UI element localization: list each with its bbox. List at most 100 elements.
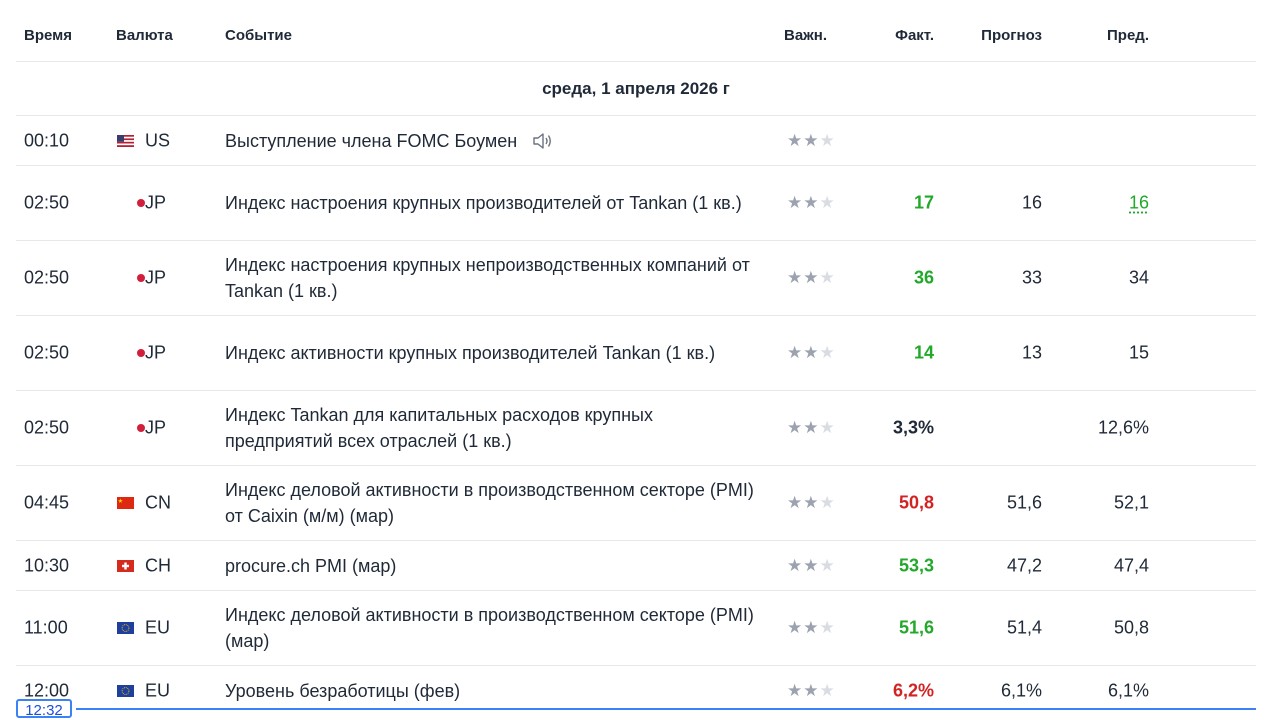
economic-calendar-table: Время Валюта Событие Важн. Факт. Прогноз… [16, 0, 1256, 715]
event-name[interactable]: Индекс деловой активности в производстве… [225, 602, 765, 654]
previous-value: 34 [1128, 267, 1149, 288]
star-filled-icon: ★★ [787, 130, 820, 150]
forecast-value: 51,6 [1006, 492, 1042, 513]
table-row[interactable]: 00:10 US Выступление члена FOMC Боумен ★… [16, 116, 1256, 166]
previous-value: 15 [1128, 342, 1149, 363]
event-time: 02:50 [24, 417, 70, 438]
previous-value: 47,4 [1113, 555, 1149, 575]
jp-flag-icon [137, 424, 145, 432]
importance-stars: ★★★ [787, 681, 836, 701]
event-time: 04:45 [24, 492, 70, 513]
ch-flag-icon [117, 559, 134, 572]
forecast-value: 47,2 [1006, 555, 1042, 575]
table-row[interactable]: 10:30 CH procure.ch PMI (мар) ★★★ 53,3 4… [16, 541, 1256, 591]
event-name[interactable]: procure.ch PMI (мар) [225, 553, 765, 579]
event-name[interactable]: Индекс настроения крупных непроизводстве… [225, 252, 765, 304]
event-name[interactable]: Выступление члена FOMC Боумен [225, 128, 517, 154]
star-empty-icon: ★ [819, 618, 836, 637]
table-row[interactable]: 04:45 CN Индекс деловой активности в про… [16, 466, 1256, 541]
star-empty-icon: ★ [819, 343, 836, 362]
previous-value-revised[interactable]: 16 [1129, 193, 1149, 214]
importance-stars: ★★★ [787, 193, 836, 213]
importance-stars: ★★★ [787, 343, 836, 363]
previous-value: 50,8 [1113, 617, 1149, 638]
currency-code: JP [145, 192, 167, 213]
speaker-icon[interactable] [531, 131, 553, 151]
currency-code: JP [145, 267, 167, 288]
table-row[interactable]: 02:50 JP Индекс настроения крупных непро… [16, 241, 1256, 316]
column-header-actual[interactable]: Факт. [895, 27, 934, 44]
currency-code: CH [145, 555, 171, 575]
jp-flag-icon [137, 349, 145, 357]
star-empty-icon: ★ [819, 680, 836, 700]
importance-stars: ★★★ [787, 556, 836, 576]
currency-code: JP [145, 417, 167, 438]
importance-stars: ★★★ [787, 418, 836, 438]
star-empty-icon: ★ [819, 555, 836, 575]
cn-flag-icon [117, 497, 134, 509]
event-name-cell[interactable]: Выступление члена FOMC Боумен [225, 128, 765, 154]
jp-flag-icon [137, 199, 145, 207]
event-time: 00:10 [24, 130, 70, 150]
star-filled-icon: ★★ [787, 493, 820, 512]
event-time: 02:50 [24, 342, 70, 363]
event-time: 10:30 [24, 555, 70, 575]
table-header: Время Валюта Событие Важн. Факт. Прогноз… [16, 0, 1256, 62]
event-name[interactable]: Уровень безработицы (фев) [225, 678, 765, 704]
currency-code: CN [145, 492, 171, 513]
star-empty-icon: ★ [819, 493, 836, 512]
currency-code: EU [145, 680, 171, 700]
event-time: 02:50 [24, 192, 70, 213]
table-row[interactable]: 11:00 EU Индекс деловой активности в про… [16, 591, 1256, 666]
event-name[interactable]: Индекс деловой активности в производстве… [225, 477, 765, 529]
eu-flag-icon [117, 622, 134, 634]
column-header-time[interactable]: Время [24, 27, 72, 44]
star-empty-icon: ★ [819, 268, 836, 287]
actual-value: 3,3% [892, 417, 934, 438]
event-name[interactable]: Индекс настроения крупных производителей… [225, 190, 765, 216]
previous-value: 52,1 [1113, 492, 1149, 513]
actual-value: 51,6 [898, 617, 934, 638]
actual-value: 50,8 [898, 492, 934, 513]
star-filled-icon: ★★ [787, 555, 820, 575]
importance-stars: ★★★ [787, 493, 836, 513]
importance-stars: ★★★ [787, 131, 836, 151]
currency-code: US [145, 130, 171, 150]
column-header-forecast[interactable]: Прогноз [981, 27, 1042, 44]
date-group-header: среда, 1 апреля 2026 г [16, 62, 1256, 116]
forecast-value: 13 [1021, 342, 1042, 363]
forecast-value: 6,1% [1000, 680, 1042, 700]
current-time-line [76, 708, 1256, 710]
date-label: среда, 1 апреля 2026 г [542, 79, 730, 98]
table-row[interactable]: 02:50 JP Индекс настроения крупных произ… [16, 166, 1256, 241]
forecast-value: 16 [1021, 192, 1042, 213]
star-filled-icon: ★★ [787, 268, 820, 287]
event-time: 11:00 [24, 617, 68, 638]
actual-value: 6,2% [892, 680, 934, 700]
importance-stars: ★★★ [787, 618, 836, 638]
column-header-importance[interactable]: Важн. [784, 27, 827, 44]
table-row[interactable]: 02:50 JP Индекс активности крупных произ… [16, 316, 1256, 391]
column-header-event[interactable]: Событие [225, 27, 292, 44]
star-filled-icon: ★★ [787, 618, 820, 637]
currency-code: JP [145, 342, 167, 363]
currency-code: EU [145, 617, 171, 638]
importance-stars: ★★★ [787, 268, 836, 288]
star-empty-icon: ★ [819, 130, 836, 150]
event-name[interactable]: Индекс Tankan для капитальных расходов к… [225, 402, 765, 454]
event-time: 12:00 [24, 680, 70, 700]
current-time-badge: 12:32 [16, 699, 72, 719]
actual-value: 53,3 [898, 555, 934, 575]
eu-flag-icon [117, 684, 134, 697]
column-header-currency[interactable]: Валюта [116, 27, 173, 44]
event-name[interactable]: Индекс активности крупных производителей… [225, 340, 765, 366]
actual-value: 36 [913, 267, 934, 288]
star-filled-icon: ★★ [787, 343, 820, 362]
column-header-previous[interactable]: Пред. [1107, 27, 1149, 44]
actual-value: 14 [913, 342, 934, 363]
star-empty-icon: ★ [819, 193, 836, 212]
star-empty-icon: ★ [819, 418, 836, 437]
star-filled-icon: ★★ [787, 193, 820, 212]
previous-value: 6,1% [1107, 680, 1149, 700]
table-row[interactable]: 02:50 JP Индекс Tankan для капитальных р… [16, 391, 1256, 466]
